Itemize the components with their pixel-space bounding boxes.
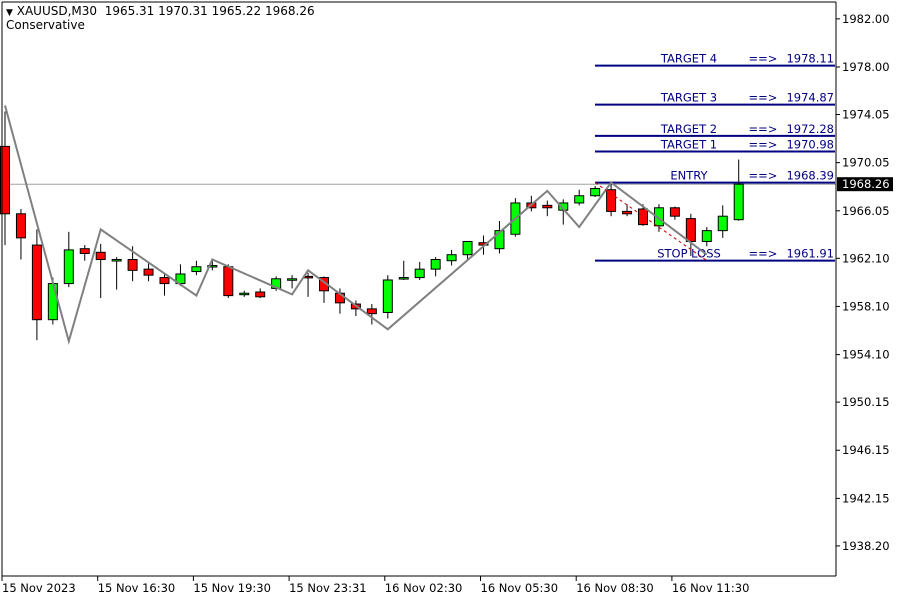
y-tick-label: 1942.15: [842, 491, 890, 505]
candle-body: [542, 204, 553, 209]
candle-body: [414, 268, 425, 279]
symbol-label: XAUUSD,M30: [16, 4, 98, 18]
chart-header: ▼ XAUUSD,M30 1965.31 1970.31 1965.22 196…: [6, 4, 315, 18]
y-tick-label: 1966.05: [842, 204, 890, 218]
level-value: 1961.91: [786, 247, 834, 261]
y-tick-label: 1962.10: [842, 251, 890, 265]
y-tick-label: 1938.20: [842, 539, 890, 553]
level-arrow: ==>: [749, 91, 778, 105]
y-tick-label: 1946.15: [842, 443, 890, 457]
candle-body: [366, 308, 377, 315]
signal-levels: TARGET 4 ==> 1978.11 TARGET 3 ==> 1974.87 TARG…: [595, 52, 835, 262]
level-arrow: ==>: [749, 169, 778, 183]
candle-body: [574, 195, 585, 204]
y-tick-label: 1982.00: [842, 12, 890, 26]
level-label: TARGET 4: [660, 52, 717, 66]
candle-body: [685, 218, 696, 242]
price-chart[interactable]: TARGET 4 ==> 1978.11 TARGET 3 ==> 1974.87 TARG…: [0, 0, 900, 600]
current-price-tag-text: 1968.26: [842, 177, 890, 191]
level-label: ENTRY: [670, 169, 708, 183]
price-axis-ticks: 1982.00 1978.00 1974.05 1970.05 1966.05 1962.…: [836, 12, 890, 553]
candle-body: [606, 189, 617, 212]
y-tick-label: 1978.00: [842, 60, 890, 74]
candle-body: [111, 259, 122, 262]
candle-body: [63, 249, 74, 285]
y-tick-label: 1974.05: [842, 108, 890, 122]
axes: [1, 1, 837, 577]
time-axis-ticks: 15 Nov 2023 15 Nov 16:30 15 Nov 19:30 15 No…: [1, 576, 750, 595]
level-label: TARGET 1: [660, 137, 717, 151]
ohlc-readout: 1965.31 1970.31 1965.22 1968.26: [104, 4, 315, 18]
x-tick-label: 15 Nov 19:30: [193, 581, 271, 595]
candle-body: [159, 277, 170, 285]
level-arrow: ==>: [749, 122, 778, 136]
level-value: 1968.39: [786, 169, 834, 183]
candle-body: [31, 244, 42, 321]
candle-body: [95, 251, 106, 261]
candle-body: [127, 259, 138, 271]
candle-body: [79, 248, 90, 255]
candle-body: [143, 268, 154, 276]
level-arrow: ==>: [749, 52, 778, 66]
candles: [0, 111, 744, 341]
candle-body: [701, 230, 712, 242]
candle-body: [47, 283, 58, 321]
candle-body: [255, 291, 266, 298]
candle-body: [733, 183, 744, 221]
x-tick-label: 15 Nov 16:30: [98, 581, 176, 595]
level-value: 1974.87: [786, 91, 834, 105]
candle-body: [622, 210, 633, 215]
level-value: 1972.28: [786, 122, 834, 136]
candle-body: [223, 266, 234, 297]
x-tick-label: 15 Nov 2023: [2, 581, 76, 595]
candle-body: [191, 266, 202, 273]
candle-body: [239, 292, 250, 296]
candle-body: [398, 277, 409, 280]
y-tick-label: 1958.10: [842, 299, 890, 313]
level-value: 1970.98: [786, 137, 834, 151]
current-price-tag: 1968.26: [837, 177, 893, 192]
level-value: 1978.11: [786, 52, 834, 66]
x-tick-label: 16 Nov 02:30: [385, 581, 463, 595]
indicator-label: Conservative: [6, 18, 85, 32]
candle-body: [382, 279, 393, 313]
zigzag-line: [4, 105, 708, 346]
y-tick-label: 1954.10: [842, 348, 890, 362]
candle-body: [430, 259, 441, 270]
candle-body: [669, 207, 680, 217]
level-label: TARGET 3: [660, 91, 717, 105]
zigzag-overlay: [4, 105, 708, 346]
candle-body: [462, 240, 473, 256]
x-tick-label: 15 Nov 23:31: [289, 581, 367, 595]
candle-body: [638, 208, 648, 226]
candle-body: [287, 278, 298, 281]
x-tick-label: 16 Nov 11:30: [672, 581, 750, 595]
y-tick-label: 1970.05: [842, 156, 890, 170]
candle-body: [15, 213, 26, 239]
level-arrow: ==>: [749, 137, 778, 151]
candle-body: [717, 215, 728, 232]
collapse-arrow-icon[interactable]: ▼: [6, 8, 13, 18]
level-label: TARGET 2: [660, 122, 717, 136]
candle-body: [590, 188, 601, 197]
y-tick-label: 1950.15: [842, 395, 890, 409]
x-tick-label: 16 Nov 05:30: [481, 581, 559, 595]
candle-body: [446, 254, 457, 262]
x-tick-label: 16 Nov 08:30: [576, 581, 654, 595]
level-arrow: ==>: [749, 247, 778, 261]
